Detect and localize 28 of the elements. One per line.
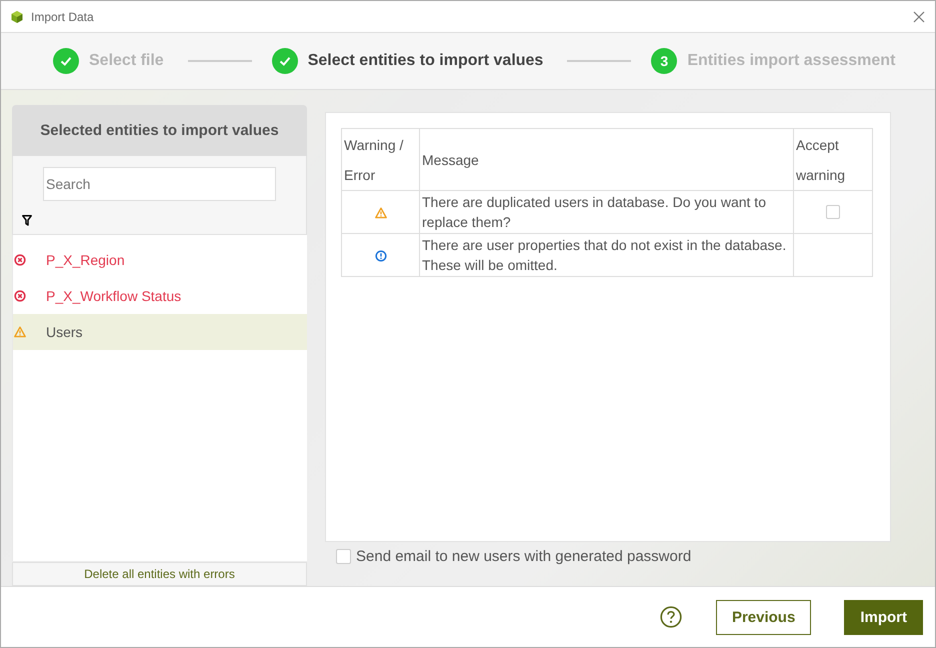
cube-icon: [10, 10, 24, 24]
error-icon: [14, 254, 26, 266]
entity-item[interactable]: P_X_Region: [13, 242, 307, 278]
column-header: Warning / Error: [342, 128, 420, 190]
help-icon[interactable]: [660, 606, 682, 628]
message-cell: There are duplicated users in database. Do you want to replace them?: [420, 190, 794, 234]
close-button[interactable]: [911, 8, 927, 24]
step-label: Entities import assessment: [687, 52, 896, 70]
checkbox-label: Send email to new users with generated password: [356, 548, 692, 565]
panel-title: Selected entities to import values: [12, 105, 307, 156]
accept-checkbox[interactable]: [826, 205, 840, 219]
message-cell: There are user properties that do not exist in the database. These will be omitted.: [420, 234, 794, 276]
import-button[interactable]: Import: [844, 600, 923, 634]
entity-item[interactable]: Users: [13, 314, 307, 350]
column-header: Accept warning: [794, 128, 872, 190]
filter-icon[interactable]: [22, 215, 32, 226]
previous-button[interactable]: Previous: [716, 600, 812, 634]
search-field[interactable]: Search: [43, 167, 276, 201]
entity-item[interactable]: P_X_Workflow Status: [13, 278, 307, 314]
window-title: Import Data: [31, 10, 95, 24]
step-label: Select entities to import values: [308, 52, 544, 70]
email-checkbox[interactable]: [336, 549, 351, 564]
error-icon: [14, 290, 26, 302]
warning-icon: [14, 326, 26, 338]
delete-errors-button[interactable]: Delete all entities with errors: [12, 562, 307, 586]
step-number: 3: [651, 48, 678, 74]
column-header: Message: [420, 128, 794, 190]
step-label: Select file: [89, 52, 164, 70]
